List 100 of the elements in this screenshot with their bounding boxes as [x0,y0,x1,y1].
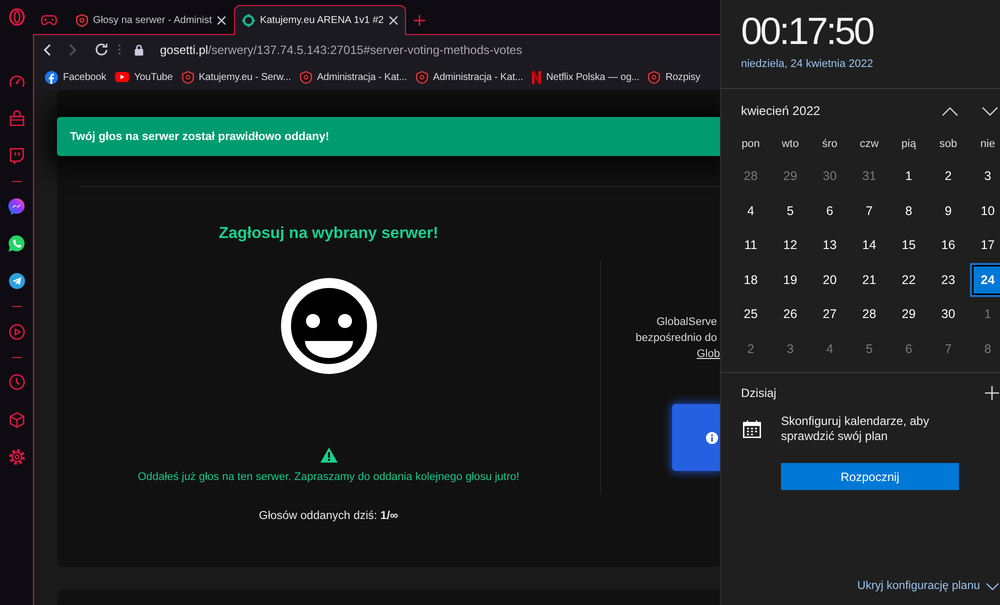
calendar-day[interactable]: 2 [732,332,769,366]
bookmark-link[interactable]: Rozpisy [648,70,700,84]
calendar-day[interactable]: 28 [851,297,888,332]
start-button[interactable]: Rozpocznij [781,463,959,490]
gamepad-icon[interactable] [41,14,57,26]
shield-icon [416,70,428,84]
gauge-icon[interactable] [8,74,24,88]
calendar-day[interactable]: 7 [851,194,888,228]
month-title: kwiecień 2022 [741,104,820,118]
calendar-day[interactable]: 27 [812,297,848,332]
chat-bubble-icon[interactable] [9,148,24,164]
calendar-day[interactable]: 29 [772,159,808,194]
calendar-day[interactable]: 6 [812,194,848,228]
smiley-face-icon [280,278,376,374]
shield-icon [182,70,194,84]
browser-tab[interactable]: Głosy na serwer - Administ [68,5,234,34]
close-icon[interactable] [216,16,226,24]
calendar-day[interactable]: 7 [930,332,966,366]
address-field[interactable]: gosetti.pl/serwery/137.74.5.143:27015#server-voting-methods-votes [134,42,522,56]
success-toast: Twój głos na serwer został prawidłowo oddany! [57,117,720,156]
calendar-day[interactable]: 4 [732,194,769,228]
calendar-day[interactable]: 28 [732,159,769,194]
shield-icon [648,70,660,84]
calendar-day[interactable]: 3 [772,332,808,366]
info-text: bezpośrednio do [636,331,718,346]
vote-heading: Zagłosuj na wybrany serwer! [218,224,438,244]
calendar-day[interactable]: 15 [890,228,927,262]
info-button[interactable] [672,404,720,471]
phone-bubble-icon[interactable] [8,235,25,252]
calendar-day[interactable]: 10 [970,194,1000,228]
calendar-day[interactable]: 2 [930,159,966,194]
bookmark-link[interactable]: Netflix Polska — og... [532,70,640,84]
messenger-icon[interactable] [8,198,25,215]
settings-icon[interactable] [8,449,24,466]
calendar-day[interactable]: 11 [732,228,769,262]
calendar-day[interactable]: 30 [812,159,848,194]
calendar-day[interactable]: 1 [890,159,927,194]
calendar-day[interactable]: 8 [890,194,927,228]
back-icon[interactable] [43,44,51,56]
browser-tab[interactable]: Katujemy.eu ARENA 1v1 #2 [234,5,406,35]
weekday-label: pią [900,137,918,152]
calendar-day[interactable]: 24 [970,262,1000,297]
calendar-day[interactable]: 8 [970,332,1000,366]
weekday-label: sob [938,137,958,152]
hide-plan-link[interactable]: Ukryj konfigurację planu [857,579,1000,593]
bookmark-link[interactable]: YouTube [115,72,173,82]
calendar-day[interactable]: 17 [970,228,1000,262]
calendar-day[interactable]: 30 [930,297,966,332]
shield-icon [300,70,312,84]
paper-plane-icon[interactable] [8,273,24,290]
calendar-day[interactable]: 21 [851,262,888,297]
calendar-day[interactable]: 9 [930,194,966,228]
calendar-day[interactable]: 1 [970,297,1000,332]
calendar-day[interactable]: 3 [970,159,1000,194]
clock-icon[interactable] [8,374,24,390]
calendar-day[interactable]: 14 [851,228,888,262]
chevron-down-icon [986,582,999,590]
calendar-day[interactable]: 5 [851,332,888,366]
calendar-icon [743,420,761,438]
agenda-title: Dzisiaj [741,386,776,400]
calendar-day[interactable]: 31 [851,159,888,194]
warning-icon [320,447,338,463]
calendar-day[interactable]: 16 [930,228,966,262]
bag-icon[interactable] [8,110,24,126]
calendar-day[interactable]: 25 [732,297,769,332]
calendar-day[interactable]: 20 [812,262,848,297]
bookmark-link[interactable]: Facebook [45,70,106,84]
reload-icon[interactable] [95,43,108,56]
calendar-day[interactable]: 5 [772,194,808,228]
bookmark-link[interactable]: Katujemy.eu - Serw... [182,70,291,84]
dots-icon [118,44,121,55]
cube-icon[interactable] [8,412,24,428]
calendar-day[interactable]: 13 [812,228,848,262]
calendar-day[interactable]: 18 [732,262,769,297]
calendar-day[interactable]: 6 [890,332,927,366]
ring-logo-icon[interactable] [8,8,24,26]
calendar-day[interactable]: 19 [772,262,808,297]
weekday-label: pon [740,137,761,152]
chevron-up-icon[interactable] [942,106,958,116]
calendar-day[interactable]: 29 [890,297,927,332]
info-link[interactable]: Glob [696,346,720,362]
weekday-label: wto [780,137,800,152]
bookmark-link[interactable]: Administracja - Kat... [300,70,407,84]
info-text: GlobalServe [656,315,718,330]
netflix-icon [532,70,542,84]
close-icon[interactable] [388,16,398,25]
bookmark-link[interactable]: Administracja - Kat... [416,70,524,84]
youtube-icon [115,72,130,82]
weekday-label: nie [979,137,996,152]
chevron-down-icon[interactable] [982,106,998,116]
clock-time: 00:17:50 [741,12,873,52]
info-icon [706,432,718,444]
play-circle-icon[interactable] [8,324,24,340]
calendar-day[interactable]: 22 [890,262,927,297]
weekday-label: śro [821,137,838,152]
calendar-day[interactable]: 23 [930,262,966,297]
calendar-day[interactable]: 4 [812,332,848,366]
notice-text: Oddałeś już głos na ten serwer. Zapraszamy do oddania kolejnego głosu jutro! [138,470,520,484]
calendar-day[interactable]: 12 [772,228,808,262]
calendar-day[interactable]: 26 [772,297,808,332]
